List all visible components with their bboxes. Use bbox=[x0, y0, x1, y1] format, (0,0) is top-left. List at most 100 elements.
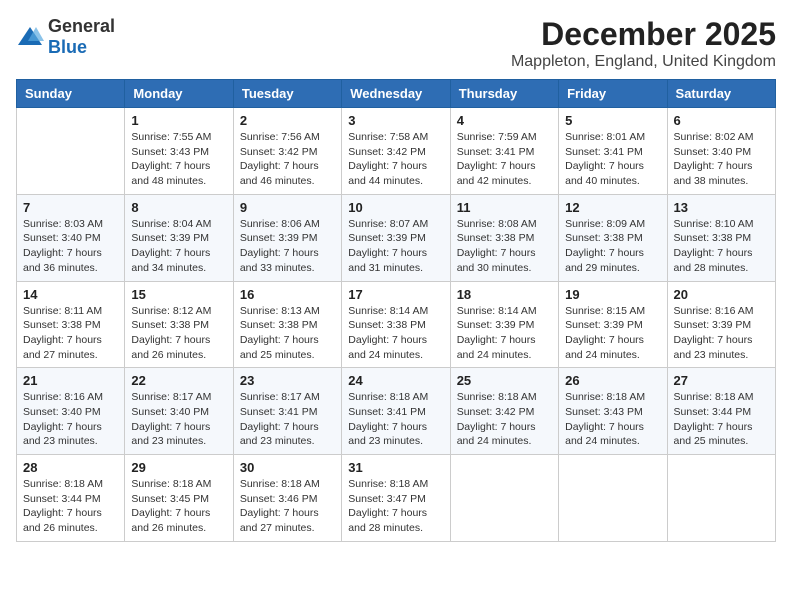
day-number: 1 bbox=[131, 113, 226, 128]
calendar-cell: 23 Sunrise: 8:17 AMSunset: 3:41 PMDayligh… bbox=[233, 368, 341, 455]
calendar-cell: 3 Sunrise: 7:58 AMSunset: 3:42 PMDaylight… bbox=[342, 108, 450, 195]
day-info: Sunrise: 8:03 AMSunset: 3:40 PMDaylight:… bbox=[23, 217, 118, 276]
day-info: Sunrise: 8:18 AMSunset: 3:47 PMDaylight:… bbox=[348, 477, 443, 536]
day-number: 16 bbox=[240, 287, 335, 302]
column-header-thursday: Thursday bbox=[450, 80, 558, 108]
calendar-cell: 15Sunrise: 8:12 AMSunset: 3:38 PMDayligh… bbox=[125, 281, 233, 368]
calendar-cell: 14Sunrise: 8:11 AMSunset: 3:38 PMDayligh… bbox=[17, 281, 125, 368]
column-header-saturday: Saturday bbox=[667, 80, 775, 108]
logo-text-blue: Blue bbox=[48, 37, 87, 57]
day-info: Sunrise: 8:18 AMSunset: 3:42 PMDaylight:… bbox=[457, 390, 552, 449]
calendar-table: SundayMondayTuesdayWednesdayThursdayFrid… bbox=[16, 79, 776, 542]
day-info: Sunrise: 8:18 AMSunset: 3:44 PMDaylight:… bbox=[23, 477, 118, 536]
calendar-cell bbox=[450, 455, 558, 542]
day-info: Sunrise: 7:55 AMSunset: 3:43 PMDaylight:… bbox=[131, 130, 226, 189]
calendar-cell: 4 Sunrise: 7:59 AMSunset: 3:41 PMDaylight… bbox=[450, 108, 558, 195]
day-number: 23 bbox=[240, 373, 335, 388]
day-info: Sunrise: 8:04 AMSunset: 3:39 PMDaylight:… bbox=[131, 217, 226, 276]
main-title: December 2025 bbox=[511, 16, 776, 53]
day-number: 17 bbox=[348, 287, 443, 302]
day-info: Sunrise: 8:14 AMSunset: 3:38 PMDaylight:… bbox=[348, 304, 443, 363]
logo-icon bbox=[16, 23, 44, 51]
calendar-cell: 2Sunrise: 7:56 AMSunset: 3:42 PMDaylight… bbox=[233, 108, 341, 195]
day-info: Sunrise: 8:07 AMSunset: 3:39 PMDaylight:… bbox=[348, 217, 443, 276]
calendar-cell: 25 Sunrise: 8:18 AMSunset: 3:42 PMDayligh… bbox=[450, 368, 558, 455]
calendar-week-1: 1 Sunrise: 7:55 AMSunset: 3:43 PMDaylight… bbox=[17, 108, 776, 195]
day-number: 19 bbox=[565, 287, 660, 302]
day-info: Sunrise: 8:06 AMSunset: 3:39 PMDaylight:… bbox=[240, 217, 335, 276]
day-number: 6 bbox=[674, 113, 769, 128]
day-info: Sunrise: 8:16 AMSunset: 3:39 PMDaylight:… bbox=[674, 304, 769, 363]
day-info: Sunrise: 8:15 AMSunset: 3:39 PMDaylight:… bbox=[565, 304, 660, 363]
calendar-cell: 16 Sunrise: 8:13 AMSunset: 3:38 PMDayligh… bbox=[233, 281, 341, 368]
day-number: 8 bbox=[131, 200, 226, 215]
column-header-wednesday: Wednesday bbox=[342, 80, 450, 108]
day-number: 11 bbox=[457, 200, 552, 215]
calendar-cell: 18 Sunrise: 8:14 AMSunset: 3:39 PMDayligh… bbox=[450, 281, 558, 368]
day-number: 22 bbox=[131, 373, 226, 388]
day-info: Sunrise: 7:58 AMSunset: 3:42 PMDaylight:… bbox=[348, 130, 443, 189]
day-info: Sunrise: 8:08 AMSunset: 3:38 PMDaylight:… bbox=[457, 217, 552, 276]
calendar-cell: 8 Sunrise: 8:04 AMSunset: 3:39 PMDaylight… bbox=[125, 194, 233, 281]
calendar-header-row: SundayMondayTuesdayWednesdayThursdayFrid… bbox=[17, 80, 776, 108]
subtitle: Mappleton, England, United Kingdom bbox=[511, 53, 776, 71]
day-number: 5 bbox=[565, 113, 660, 128]
day-info: Sunrise: 8:01 AMSunset: 3:41 PMDaylight:… bbox=[565, 130, 660, 189]
day-number: 9 bbox=[240, 200, 335, 215]
page-header: General Blue December 2025 Mappleton, En… bbox=[16, 16, 776, 71]
column-header-sunday: Sunday bbox=[17, 80, 125, 108]
day-info: Sunrise: 8:18 AMSunset: 3:46 PMDaylight:… bbox=[240, 477, 335, 536]
calendar-cell: 10Sunrise: 8:07 AMSunset: 3:39 PMDayligh… bbox=[342, 194, 450, 281]
day-number: 20 bbox=[674, 287, 769, 302]
day-info: Sunrise: 8:09 AMSunset: 3:38 PMDaylight:… bbox=[565, 217, 660, 276]
day-number: 18 bbox=[457, 287, 552, 302]
day-number: 3 bbox=[348, 113, 443, 128]
day-info: Sunrise: 8:13 AMSunset: 3:38 PMDaylight:… bbox=[240, 304, 335, 363]
day-info: Sunrise: 8:17 AMSunset: 3:40 PMDaylight:… bbox=[131, 390, 226, 449]
day-info: Sunrise: 8:18 AMSunset: 3:44 PMDaylight:… bbox=[674, 390, 769, 449]
day-number: 25 bbox=[457, 373, 552, 388]
calendar-cell: 7 Sunrise: 8:03 AMSunset: 3:40 PMDaylight… bbox=[17, 194, 125, 281]
calendar-cell: 11 Sunrise: 8:08 AMSunset: 3:38 PMDayligh… bbox=[450, 194, 558, 281]
day-info: Sunrise: 8:16 AMSunset: 3:40 PMDaylight:… bbox=[23, 390, 118, 449]
day-info: Sunrise: 8:18 AMSunset: 3:41 PMDaylight:… bbox=[348, 390, 443, 449]
calendar-cell: 20 Sunrise: 8:16 AMSunset: 3:39 PMDayligh… bbox=[667, 281, 775, 368]
day-number: 31 bbox=[348, 460, 443, 475]
column-header-monday: Monday bbox=[125, 80, 233, 108]
calendar-cell: 13Sunrise: 8:10 AMSunset: 3:38 PMDayligh… bbox=[667, 194, 775, 281]
day-number: 7 bbox=[23, 200, 118, 215]
column-header-friday: Friday bbox=[559, 80, 667, 108]
day-number: 14 bbox=[23, 287, 118, 302]
calendar-cell bbox=[17, 108, 125, 195]
calendar-cell: 26 Sunrise: 8:18 AMSunset: 3:43 PMDayligh… bbox=[559, 368, 667, 455]
day-info: Sunrise: 8:14 AMSunset: 3:39 PMDaylight:… bbox=[457, 304, 552, 363]
day-info: Sunrise: 7:56 AMSunset: 3:42 PMDaylight:… bbox=[240, 130, 335, 189]
day-number: 4 bbox=[457, 113, 552, 128]
day-number: 28 bbox=[23, 460, 118, 475]
day-number: 12 bbox=[565, 200, 660, 215]
calendar-cell: 1 Sunrise: 7:55 AMSunset: 3:43 PMDaylight… bbox=[125, 108, 233, 195]
day-info: Sunrise: 8:02 AMSunset: 3:40 PMDaylight:… bbox=[674, 130, 769, 189]
day-info: Sunrise: 8:17 AMSunset: 3:41 PMDaylight:… bbox=[240, 390, 335, 449]
calendar-cell: 30Sunrise: 8:18 AMSunset: 3:46 PMDayligh… bbox=[233, 455, 341, 542]
calendar-week-2: 7 Sunrise: 8:03 AMSunset: 3:40 PMDaylight… bbox=[17, 194, 776, 281]
title-block: December 2025 Mappleton, England, United… bbox=[511, 16, 776, 71]
day-number: 26 bbox=[565, 373, 660, 388]
column-header-tuesday: Tuesday bbox=[233, 80, 341, 108]
calendar-cell: 21Sunrise: 8:16 AMSunset: 3:40 PMDayligh… bbox=[17, 368, 125, 455]
calendar-cell: 27 Sunrise: 8:18 AMSunset: 3:44 PMDayligh… bbox=[667, 368, 775, 455]
calendar-cell bbox=[559, 455, 667, 542]
logo: General Blue bbox=[16, 16, 115, 58]
day-info: Sunrise: 7:59 AMSunset: 3:41 PMDaylight:… bbox=[457, 130, 552, 189]
calendar-week-4: 21Sunrise: 8:16 AMSunset: 3:40 PMDayligh… bbox=[17, 368, 776, 455]
calendar-cell: 12 Sunrise: 8:09 AMSunset: 3:38 PMDayligh… bbox=[559, 194, 667, 281]
calendar-cell: 6 Sunrise: 8:02 AMSunset: 3:40 PMDaylight… bbox=[667, 108, 775, 195]
calendar-cell: 9 Sunrise: 8:06 AMSunset: 3:39 PMDaylight… bbox=[233, 194, 341, 281]
calendar-cell: 28 Sunrise: 8:18 AMSunset: 3:44 PMDayligh… bbox=[17, 455, 125, 542]
day-number: 27 bbox=[674, 373, 769, 388]
day-info: Sunrise: 8:12 AMSunset: 3:38 PMDaylight:… bbox=[131, 304, 226, 363]
calendar-cell: 31 Sunrise: 8:18 AMSunset: 3:47 PMDayligh… bbox=[342, 455, 450, 542]
logo-text-general: General bbox=[48, 16, 115, 36]
day-info: Sunrise: 8:18 AMSunset: 3:43 PMDaylight:… bbox=[565, 390, 660, 449]
calendar-week-3: 14Sunrise: 8:11 AMSunset: 3:38 PMDayligh… bbox=[17, 281, 776, 368]
